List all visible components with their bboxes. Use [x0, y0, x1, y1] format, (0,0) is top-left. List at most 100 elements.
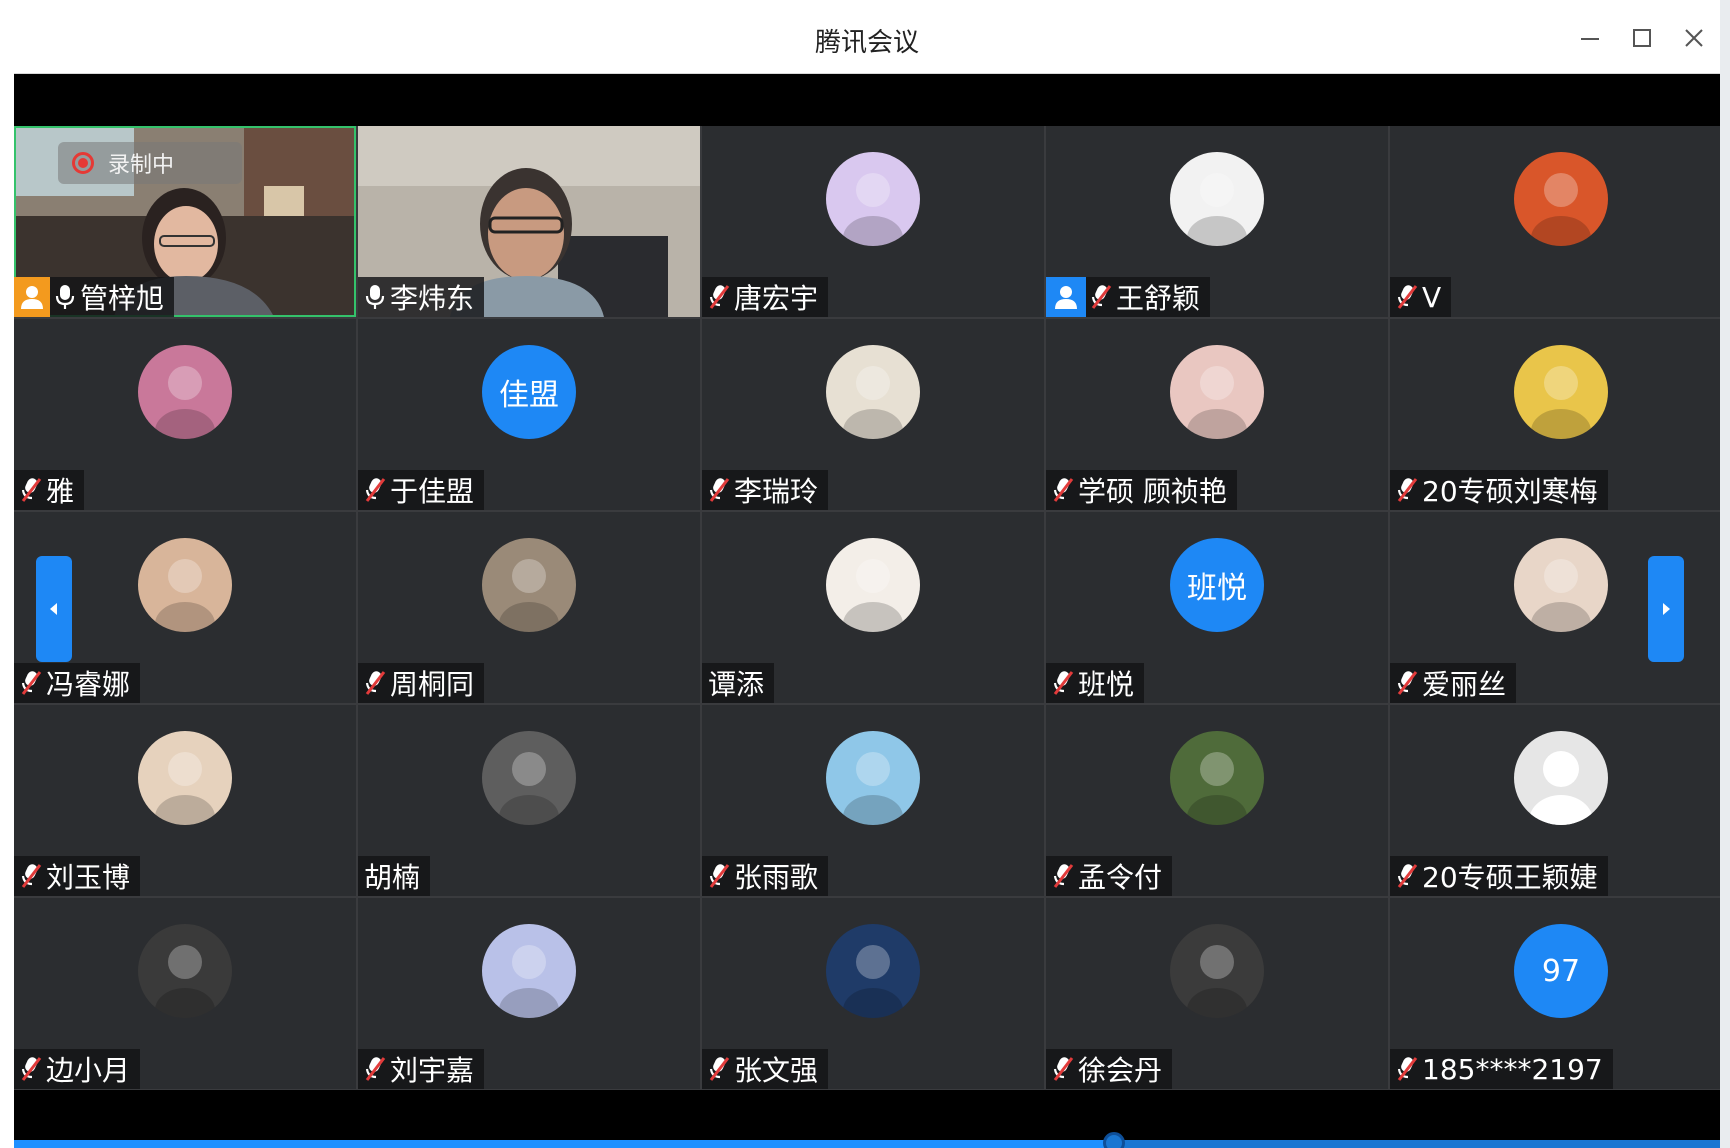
- participant-avatar: [826, 152, 920, 246]
- maximize-icon: [1633, 29, 1651, 47]
- close-icon: [1685, 29, 1703, 47]
- participant-name-tag: 李炜东: [358, 277, 485, 317]
- participant-avatar: [1514, 538, 1608, 632]
- muted-microphone-icon: [21, 1057, 42, 1081]
- participant-name: 边小月: [46, 1054, 131, 1087]
- participant-tile[interactable]: 唐宏宇: [702, 126, 1044, 317]
- participant-name-tag: 张雨歌: [702, 856, 829, 896]
- participant-tile[interactable]: 李炜东: [358, 126, 700, 317]
- participant-avatar: [826, 345, 920, 439]
- default-avatar-image: [1514, 731, 1608, 825]
- avatar-image: [138, 538, 232, 632]
- muted-microphone-icon: [709, 285, 730, 309]
- participant-tile[interactable]: V: [1390, 126, 1720, 317]
- participant-name-tag: 雅: [14, 470, 85, 510]
- muted-microphone-icon: [1053, 478, 1074, 502]
- muted-microphone-icon: [1397, 671, 1418, 695]
- prev-page-button[interactable]: [36, 556, 72, 662]
- participant-tile[interactable]: 王舒颖: [1046, 126, 1388, 317]
- participant-name-tag: 20专硕王颖婕: [1390, 856, 1608, 896]
- muted-microphone-icon: [1397, 478, 1418, 502]
- participant-name: 刘玉博: [46, 861, 131, 894]
- participant-tile[interactable]: 班悦 班悦: [1046, 512, 1388, 703]
- muted-microphone-icon: [365, 1057, 386, 1081]
- avatar-image: [1514, 152, 1608, 246]
- participant-tile[interactable]: 谭添: [702, 512, 1044, 703]
- muted-microphone-icon: [1053, 1057, 1074, 1081]
- participant-tile[interactable]: 徐会丹: [1046, 898, 1388, 1089]
- participant-tile[interactable]: 佳盟于佳盟: [358, 319, 700, 510]
- participant-tile[interactable]: 雅: [14, 319, 356, 510]
- avatar-image: [482, 538, 576, 632]
- participant-tile[interactable]: 20专硕刘寒梅: [1390, 319, 1720, 510]
- record-icon: [72, 152, 94, 174]
- participant-avatar: [138, 924, 232, 1018]
- close-button[interactable]: [1674, 18, 1714, 58]
- bottom-progress-bar[interactable]: [14, 1132, 1720, 1148]
- participant-avatar: 班悦: [1170, 538, 1264, 632]
- participant-name-tag: 20专硕刘寒梅: [1390, 470, 1608, 510]
- participant-name-tag: 于佳盟: [358, 470, 485, 510]
- participant-name: 李炜东: [390, 282, 475, 315]
- cohost-badge-icon: [1046, 277, 1086, 317]
- participant-tile[interactable]: 边小月: [14, 898, 356, 1089]
- participant-name-tag: 徐会丹: [1046, 1049, 1173, 1089]
- avatar-image: [1170, 345, 1264, 439]
- progress-knob[interactable]: [1103, 1132, 1126, 1148]
- muted-microphone-icon: [1053, 671, 1074, 695]
- participant-avatar: [482, 731, 576, 825]
- participant-tile[interactable]: 学硕 顾祯艳: [1046, 319, 1388, 510]
- participant-name: 唐宏宇: [734, 282, 819, 315]
- participant-name: 刘宇嘉: [390, 1054, 475, 1087]
- muted-microphone-icon: [709, 478, 730, 502]
- title-bar[interactable]: 腾讯会议: [14, 0, 1720, 74]
- participant-avatar: [1514, 152, 1608, 246]
- avatar-image: [1170, 731, 1264, 825]
- participant-name: 班悦: [1078, 668, 1135, 701]
- participant-name-tag: 唐宏宇: [702, 277, 829, 317]
- participant-name: 于佳盟: [390, 475, 475, 508]
- muted-microphone-icon: [1397, 285, 1418, 309]
- participant-name-tag: 周桐同: [358, 663, 485, 703]
- minimize-button[interactable]: [1570, 18, 1610, 58]
- host-badge-icon: [14, 277, 50, 317]
- participant-tile[interactable]: 刘玉博: [14, 705, 356, 896]
- participant-tile[interactable]: 李瑞玲: [702, 319, 1044, 510]
- maximize-button[interactable]: [1622, 18, 1662, 58]
- avatar-image: [826, 731, 920, 825]
- participant-avatar: [1170, 345, 1264, 439]
- participant-avatar: [138, 345, 232, 439]
- muted-microphone-icon: [365, 478, 386, 502]
- avatar-image: [482, 924, 576, 1018]
- participant-name-tag: 胡楠: [358, 856, 431, 896]
- participant-name-tag: 刘玉博: [14, 856, 141, 896]
- participant-tile[interactable]: 张雨歌: [702, 705, 1044, 896]
- participant-tile[interactable]: 孟令付: [1046, 705, 1388, 896]
- participant-avatar: 97: [1514, 924, 1608, 1018]
- participant-name: 张文强: [734, 1054, 819, 1087]
- participant-tile[interactable]: 97 185****2197: [1390, 898, 1720, 1089]
- participant-tile[interactable]: 录制中 管梓旭: [14, 126, 356, 317]
- next-page-button[interactable]: [1648, 556, 1684, 662]
- participant-avatar: [1170, 731, 1264, 825]
- participant-avatar: [482, 924, 576, 1018]
- participant-name-tag: 刘宇嘉: [358, 1049, 485, 1089]
- muted-microphone-icon: [1053, 864, 1074, 888]
- avatar-image: [1514, 538, 1608, 632]
- avatar-initials: 佳盟: [499, 378, 559, 413]
- participant-tile[interactable]: 刘宇嘉: [358, 898, 700, 1089]
- window-title: 腾讯会议: [814, 28, 919, 58]
- participant-name-tag: V: [1390, 277, 1452, 317]
- avatar-image: [138, 924, 232, 1018]
- participant-tile[interactable]: 胡楠: [358, 705, 700, 896]
- participant-tile[interactable]: 周桐同: [358, 512, 700, 703]
- participant-tile[interactable]: 张文强: [702, 898, 1044, 1089]
- participant-name: 学硕 顾祯艳: [1078, 475, 1227, 508]
- participant-name: V: [1422, 280, 1442, 314]
- participant-name: 李瑞玲: [734, 475, 819, 508]
- participant-name: 张雨歌: [734, 861, 819, 894]
- participant-name: 冯睿娜: [46, 668, 131, 701]
- participant-tile[interactable]: 20专硕王颖婕: [1390, 705, 1720, 896]
- muted-microphone-icon: [21, 671, 42, 695]
- avatar-initials: 97: [1541, 953, 1581, 989]
